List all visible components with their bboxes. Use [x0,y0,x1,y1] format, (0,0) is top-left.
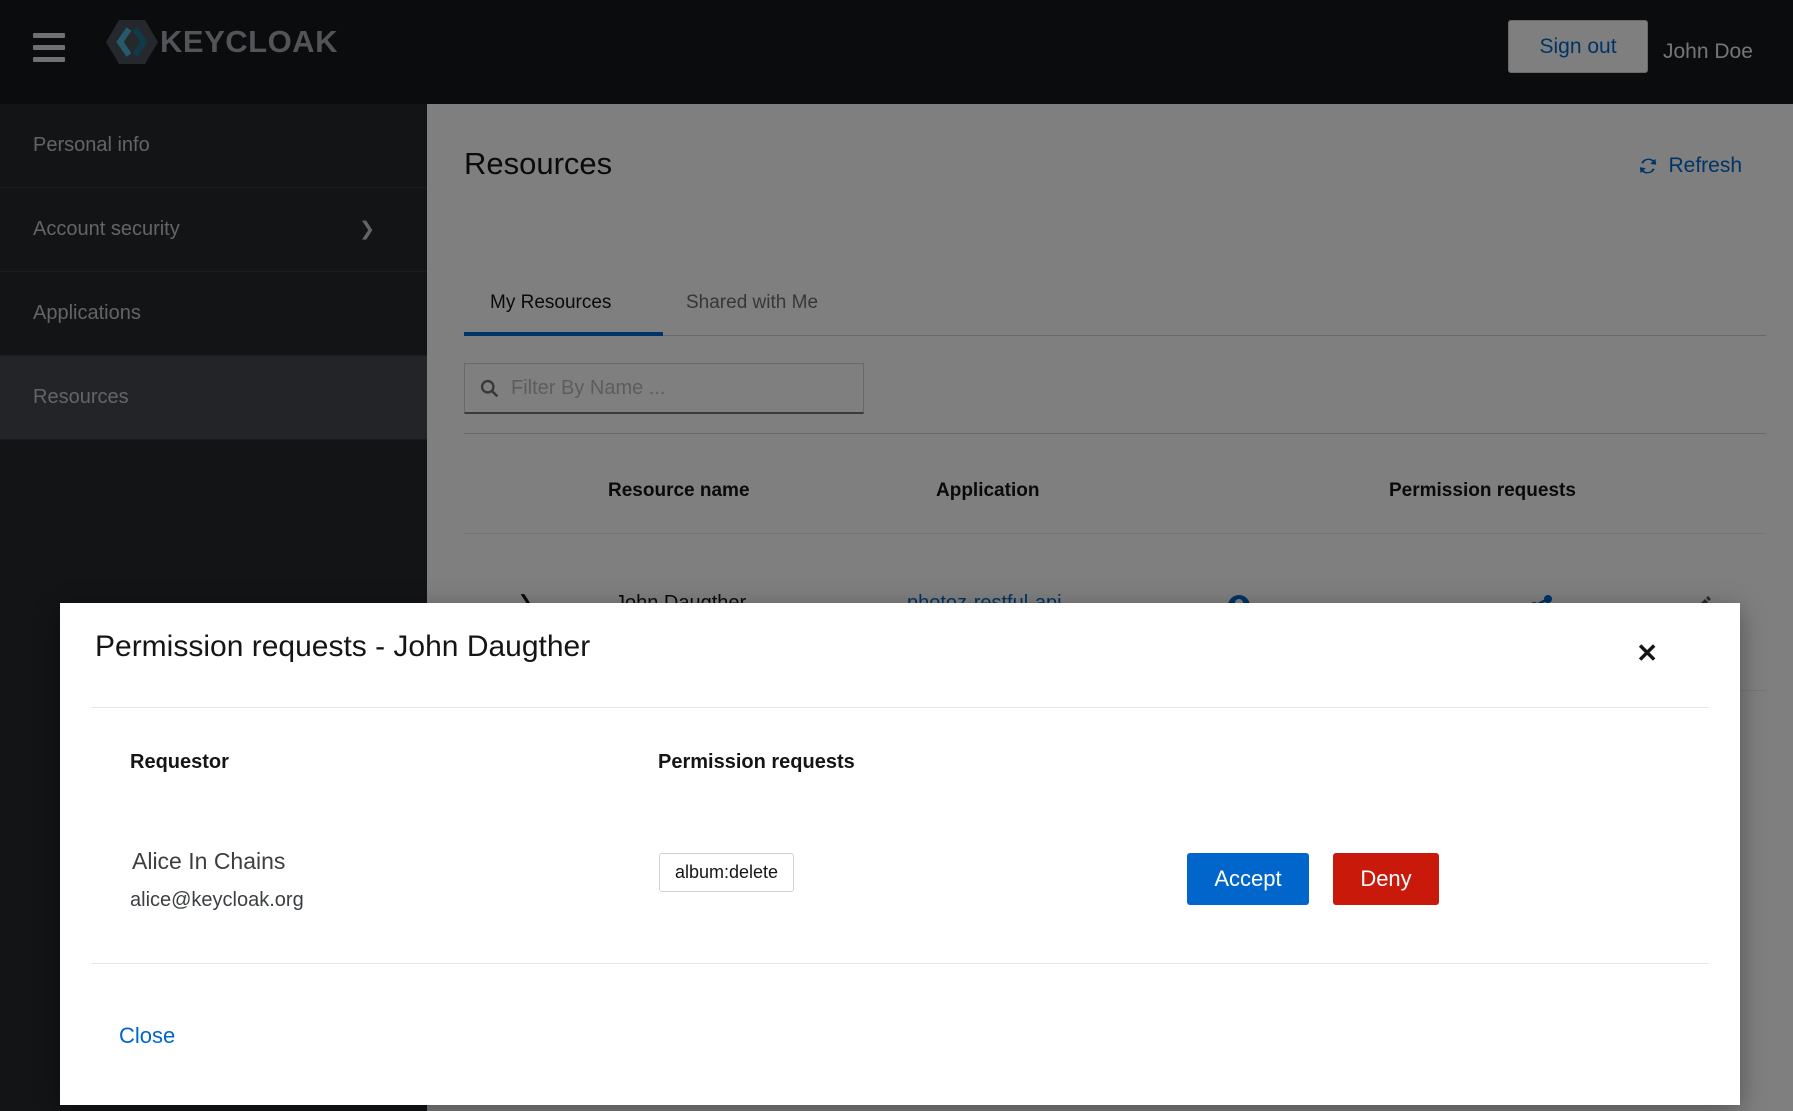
requestor-email: alice@keycloak.org [130,889,304,912]
modal-footer-divider [92,963,1708,964]
close-link[interactable]: Close [119,1023,175,1049]
deny-button[interactable]: Deny [1333,853,1439,905]
requestor-name: Alice In Chains [132,848,285,875]
modal-title: Permission requests - John Daugther [95,630,590,664]
modal-header-divider [92,707,1708,708]
permission-requests-modal: Permission requests - John Daugther ✕ Re… [60,603,1740,1105]
modal-column-requestor: Requestor [130,751,229,774]
modal-column-permission-requests: Permission requests [658,751,855,774]
accept-button[interactable]: Accept [1187,853,1309,905]
permission-chip: album:delete [659,853,794,892]
close-icon[interactable]: ✕ [1636,640,1658,666]
